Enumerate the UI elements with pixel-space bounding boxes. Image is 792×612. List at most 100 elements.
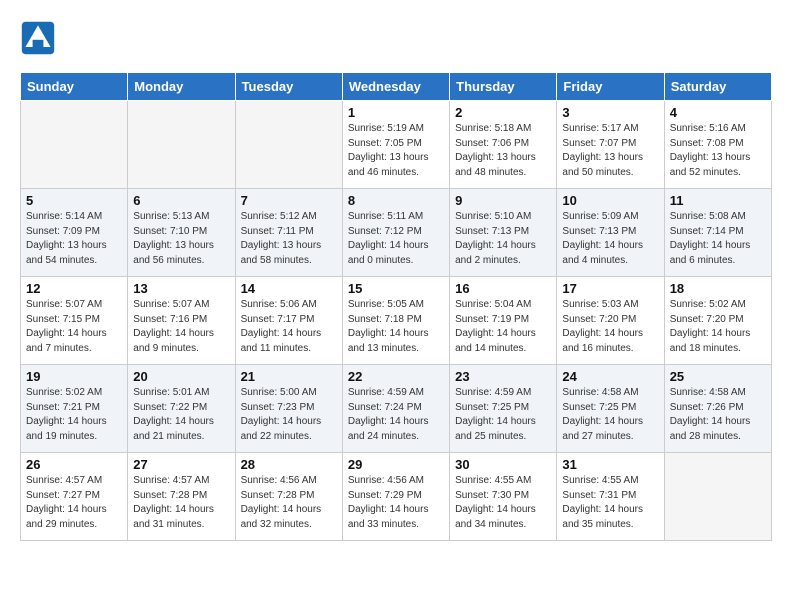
calendar-day-28: 28 Sunrise: 4:56 AMSunset: 7:28 PMDayligh…	[235, 453, 342, 541]
calendar-day-15: 15 Sunrise: 5:05 AMSunset: 7:18 PMDayligh…	[342, 277, 449, 365]
calendar-day-9: 9Sunrise: 5:10 AMSunset: 7:13 PMDaylight…	[450, 189, 557, 277]
day-number: 20	[133, 369, 229, 384]
day-info: Sunrise: 4:57 AMSunset: 7:28 PMDaylight:…	[133, 474, 229, 532]
weekday-header-sunday: Sunday	[21, 73, 128, 101]
calendar-empty-cell	[235, 101, 342, 189]
calendar-day-6: 6Sunrise: 5:13 AMSunset: 7:10 PMDaylight…	[128, 189, 235, 277]
day-number: 16	[455, 281, 551, 296]
day-info: Sunrise: 5:06 AMSunset: 7:17 PMDaylight:…	[241, 298, 337, 356]
calendar-day-23: 23Sunrise: 4:59 AMSunset: 7:25 PMDayligh…	[450, 365, 557, 453]
calendar-day-25: 25 Sunrise: 4:58 AMSunset: 7:26 PMDayligh…	[664, 365, 771, 453]
calendar-day-22: 22 Sunrise: 4:59 AMSunset: 7:24 PMDayligh…	[342, 365, 449, 453]
calendar-day-3: 3Sunrise: 5:17 AMSunset: 7:07 PMDaylight…	[557, 101, 664, 189]
day-number: 15	[348, 281, 444, 296]
calendar-table: SundayMondayTuesdayWednesdayThursdayFrid…	[20, 72, 772, 541]
day-number: 17	[562, 281, 658, 296]
page-header	[20, 20, 772, 56]
day-info: Sunrise: 5:13 AMSunset: 7:10 PMDaylight:…	[133, 210, 229, 268]
day-info: Sunrise: 5:14 AMSunset: 7:09 PMDaylight:…	[26, 210, 122, 268]
calendar-day-17: 17Sunrise: 5:03 AMSunset: 7:20 PMDayligh…	[557, 277, 664, 365]
calendar-day-20: 20 Sunrise: 5:01 AMSunset: 7:22 PMDayligh…	[128, 365, 235, 453]
calendar-day-21: 21 Sunrise: 5:00 AMSunset: 7:23 PMDayligh…	[235, 365, 342, 453]
calendar-empty-cell	[664, 453, 771, 541]
day-number: 24	[562, 369, 658, 384]
calendar-day-2: 2Sunrise: 5:18 AMSunset: 7:06 PMDaylight…	[450, 101, 557, 189]
day-number: 22	[348, 369, 444, 384]
day-number: 28	[241, 457, 337, 472]
weekday-header-wednesday: Wednesday	[342, 73, 449, 101]
calendar-day-12: 12Sunrise: 5:07 AMSunset: 7:15 PMDayligh…	[21, 277, 128, 365]
day-info: Sunrise: 5:11 AMSunset: 7:12 PMDaylight:…	[348, 210, 444, 268]
day-info: Sunrise: 4:59 AMSunset: 7:24 PMDaylight:…	[348, 386, 444, 444]
day-info: Sunrise: 5:01 AMSunset: 7:22 PMDaylight:…	[133, 386, 229, 444]
weekday-header-thursday: Thursday	[450, 73, 557, 101]
calendar-day-7: 7Sunrise: 5:12 AMSunset: 7:11 PMDaylight…	[235, 189, 342, 277]
day-info: Sunrise: 4:56 AMSunset: 7:28 PMDaylight:…	[241, 474, 337, 532]
day-number: 26	[26, 457, 122, 472]
day-info: Sunrise: 5:04 AMSunset: 7:19 PMDaylight:…	[455, 298, 551, 356]
day-info: Sunrise: 4:55 AMSunset: 7:30 PMDaylight:…	[455, 474, 551, 532]
weekday-header-friday: Friday	[557, 73, 664, 101]
day-number: 19	[26, 369, 122, 384]
day-info: Sunrise: 5:05 AMSunset: 7:18 PMDaylight:…	[348, 298, 444, 356]
day-number: 1	[348, 105, 444, 120]
calendar-week-row: 26 Sunrise: 4:57 AMSunset: 7:27 PMDayligh…	[21, 453, 772, 541]
weekday-header-saturday: Saturday	[664, 73, 771, 101]
day-info: Sunrise: 5:09 AMSunset: 7:13 PMDaylight:…	[562, 210, 658, 268]
day-number: 8	[348, 193, 444, 208]
day-number: 13	[133, 281, 229, 296]
day-number: 14	[241, 281, 337, 296]
calendar-day-18: 18 Sunrise: 5:02 AMSunset: 7:20 PMDayligh…	[664, 277, 771, 365]
calendar-day-4: 4 Sunrise: 5:16 AMSunset: 7:08 PMDaylight…	[664, 101, 771, 189]
day-info: Sunrise: 4:58 AMSunset: 7:25 PMDaylight:…	[562, 386, 658, 444]
calendar-day-5: 5 Sunrise: 5:14 AMSunset: 7:09 PMDaylight…	[21, 189, 128, 277]
day-info: Sunrise: 4:55 AMSunset: 7:31 PMDaylight:…	[562, 474, 658, 532]
day-number: 11	[670, 193, 766, 208]
calendar-day-29: 29 Sunrise: 4:56 AMSunset: 7:29 PMDayligh…	[342, 453, 449, 541]
day-info: Sunrise: 5:08 AMSunset: 7:14 PMDaylight:…	[670, 210, 766, 268]
calendar-day-16: 16 Sunrise: 5:04 AMSunset: 7:19 PMDayligh…	[450, 277, 557, 365]
calendar-week-row: 12Sunrise: 5:07 AMSunset: 7:15 PMDayligh…	[21, 277, 772, 365]
calendar-day-27: 27 Sunrise: 4:57 AMSunset: 7:28 PMDayligh…	[128, 453, 235, 541]
day-number: 10	[562, 193, 658, 208]
calendar-day-26: 26 Sunrise: 4:57 AMSunset: 7:27 PMDayligh…	[21, 453, 128, 541]
day-number: 29	[348, 457, 444, 472]
day-number: 2	[455, 105, 551, 120]
day-info: Sunrise: 5:00 AMSunset: 7:23 PMDaylight:…	[241, 386, 337, 444]
calendar-day-24: 24 Sunrise: 4:58 AMSunset: 7:25 PMDayligh…	[557, 365, 664, 453]
logo	[20, 20, 60, 56]
calendar-day-13: 13 Sunrise: 5:07 AMSunset: 7:16 PMDayligh…	[128, 277, 235, 365]
calendar-empty-cell	[128, 101, 235, 189]
day-info: Sunrise: 4:56 AMSunset: 7:29 PMDaylight:…	[348, 474, 444, 532]
day-info: Sunrise: 4:57 AMSunset: 7:27 PMDaylight:…	[26, 474, 122, 532]
day-number: 9	[455, 193, 551, 208]
day-number: 31	[562, 457, 658, 472]
calendar-header-row: SundayMondayTuesdayWednesdayThursdayFrid…	[21, 73, 772, 101]
day-info: Sunrise: 5:16 AMSunset: 7:08 PMDaylight:…	[670, 122, 766, 180]
day-number: 21	[241, 369, 337, 384]
calendar-empty-cell	[21, 101, 128, 189]
logo-icon	[20, 20, 56, 56]
day-info: Sunrise: 5:02 AMSunset: 7:20 PMDaylight:…	[670, 298, 766, 356]
calendar-day-30: 30 Sunrise: 4:55 AMSunset: 7:30 PMDayligh…	[450, 453, 557, 541]
day-info: Sunrise: 5:07 AMSunset: 7:15 PMDaylight:…	[26, 298, 122, 356]
day-number: 27	[133, 457, 229, 472]
day-info: Sunrise: 5:02 AMSunset: 7:21 PMDaylight:…	[26, 386, 122, 444]
calendar-day-10: 10 Sunrise: 5:09 AMSunset: 7:13 PMDayligh…	[557, 189, 664, 277]
day-number: 30	[455, 457, 551, 472]
day-number: 5	[26, 193, 122, 208]
day-number: 25	[670, 369, 766, 384]
day-number: 4	[670, 105, 766, 120]
calendar-week-row: 5 Sunrise: 5:14 AMSunset: 7:09 PMDaylight…	[21, 189, 772, 277]
day-info: Sunrise: 5:07 AMSunset: 7:16 PMDaylight:…	[133, 298, 229, 356]
weekday-header-monday: Monday	[128, 73, 235, 101]
day-info: Sunrise: 4:58 AMSunset: 7:26 PMDaylight:…	[670, 386, 766, 444]
day-number: 18	[670, 281, 766, 296]
calendar-week-row: 19 Sunrise: 5:02 AMSunset: 7:21 PMDayligh…	[21, 365, 772, 453]
calendar-day-11: 11 Sunrise: 5:08 AMSunset: 7:14 PMDayligh…	[664, 189, 771, 277]
day-info: Sunrise: 5:17 AMSunset: 7:07 PMDaylight:…	[562, 122, 658, 180]
calendar-week-row: 1 Sunrise: 5:19 AMSunset: 7:05 PMDaylight…	[21, 101, 772, 189]
day-info: Sunrise: 5:19 AMSunset: 7:05 PMDaylight:…	[348, 122, 444, 180]
day-number: 7	[241, 193, 337, 208]
calendar-day-19: 19 Sunrise: 5:02 AMSunset: 7:21 PMDayligh…	[21, 365, 128, 453]
